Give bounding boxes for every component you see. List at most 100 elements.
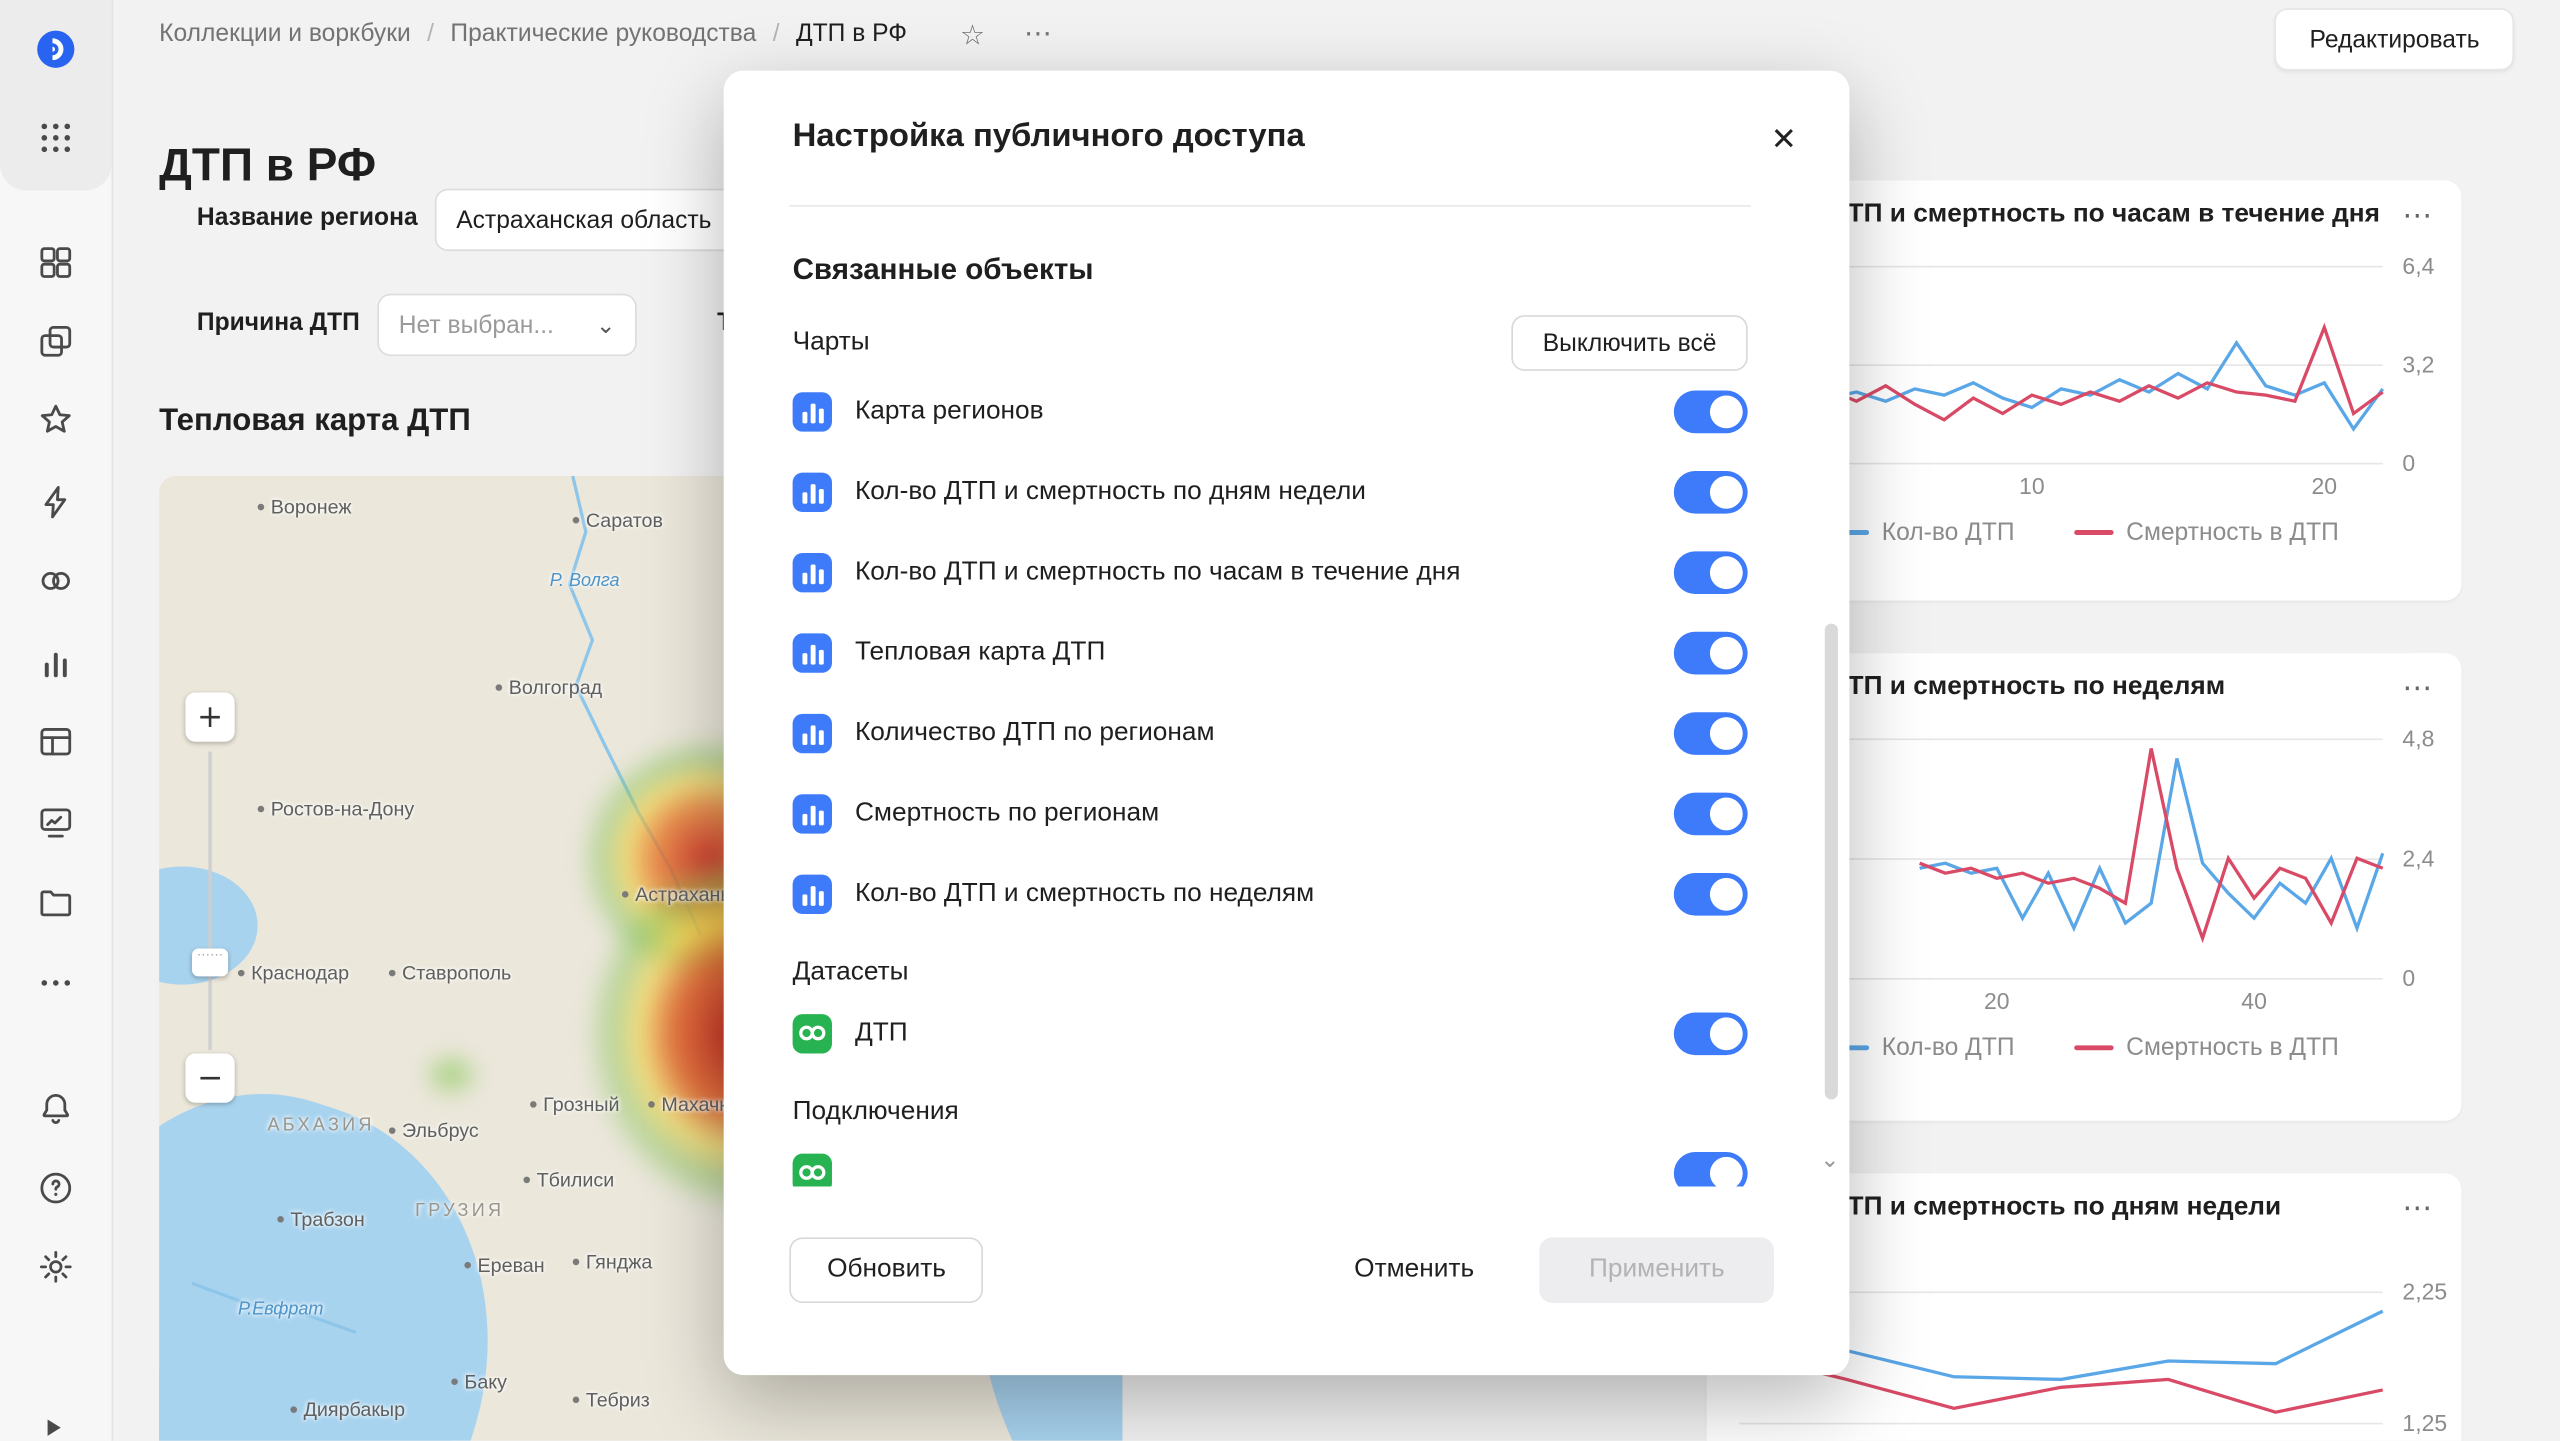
zoom-out-button[interactable]: − <box>185 1054 234 1103</box>
modal-scrollbar-thumb[interactable] <box>1825 624 1838 1100</box>
city-label: Эльбрус <box>389 1119 479 1142</box>
more-icon[interactable] <box>33 960 79 1006</box>
toggle-switch[interactable] <box>1674 1012 1748 1055</box>
toggle-switch[interactable] <box>1674 631 1748 674</box>
city-label: Диярбакыр <box>290 1398 405 1421</box>
series-line-blue <box>1920 758 2383 928</box>
cause-select[interactable]: Нет выбран... ⌄ <box>377 294 636 356</box>
city-dot-icon <box>277 1217 284 1224</box>
city-dot-icon <box>464 1262 471 1269</box>
series-line-red <box>1920 748 2383 938</box>
breadcrumb-item[interactable]: Коллекции и воркбуки <box>159 20 411 48</box>
map-label-text: Гянджа <box>586 1250 653 1273</box>
city-label: Гянджа <box>573 1250 653 1273</box>
city-dot-icon <box>290 1407 297 1414</box>
y-axis-label: 0 <box>2402 965 2415 991</box>
y-axis-label: 2,4 <box>2402 845 2434 871</box>
breadcrumb-more-icon[interactable]: ⋯ <box>1024 18 1052 51</box>
zoom-slider-track <box>208 752 211 1051</box>
expand-sidebar-icon[interactable] <box>30 1405 76 1441</box>
connections-icon[interactable] <box>33 558 79 604</box>
dashboards-icon[interactable] <box>33 240 79 286</box>
notifications-bell-icon[interactable] <box>33 1085 79 1131</box>
toggle-knob <box>1710 797 1743 830</box>
dataset-row: ДТП <box>793 993 1748 1073</box>
apply-button[interactable]: Применить <box>1540 1237 1774 1303</box>
chart-menu-icon[interactable]: ⋯ <box>2399 1193 2435 1223</box>
y-axis-label: 1,25 <box>2402 1410 2447 1436</box>
chart-row: Кол-во ДТП и смертность по неделям <box>793 853 1748 933</box>
x-axis-label: 40 <box>2241 988 2267 1014</box>
workbooks-icon[interactable] <box>33 318 79 364</box>
city-label: Краснодар <box>238 962 349 985</box>
toggle-switch[interactable] <box>1674 470 1748 513</box>
breadcrumb-item[interactable]: Практические руководства <box>450 20 756 48</box>
cancel-button[interactable]: Отменить <box>1328 1237 1500 1303</box>
edit-button[interactable]: Редактировать <box>2275 8 2514 70</box>
city-dot-icon <box>530 1102 537 1109</box>
object-label: ДТП <box>855 1018 1651 1048</box>
city-dot-icon <box>258 806 265 813</box>
object-label: Карта регионов <box>855 396 1651 426</box>
map-label-text: Диярбакыр <box>304 1398 405 1421</box>
toggle-switch[interactable] <box>1674 1151 1748 1186</box>
toggle-switch[interactable] <box>1674 551 1748 594</box>
chart-icon <box>793 391 832 430</box>
map-label-text: Эльбрус <box>402 1119 479 1142</box>
connection-icon <box>793 1153 832 1187</box>
charts-group-header: Чарты Выключить всё <box>793 315 1748 371</box>
app-root: Коллекции и воркбуки / Практические руково… <box>0 0 2560 1441</box>
legend-label: Смертность в ДТП <box>2126 1034 2339 1062</box>
zoom-slider-handle[interactable]: ······ <box>192 948 228 976</box>
modal-title: Настройка публичного доступа <box>793 113 1305 159</box>
disable-all-button[interactable]: Выключить всё <box>1512 315 1748 371</box>
chart-row: Карта регионов <box>793 371 1748 451</box>
tables-icon[interactable] <box>33 719 79 765</box>
close-icon[interactable]: ✕ <box>1758 113 1811 166</box>
chart-icon <box>793 552 832 591</box>
connection-row <box>793 1132 1748 1186</box>
toggle-switch[interactable] <box>1674 390 1748 433</box>
modal-chart-list: Карта регионов Кол-во ДТП и смертность по… <box>793 371 1748 934</box>
city-dot-icon <box>523 1177 530 1184</box>
modal-dataset-list: ДТП <box>793 993 1748 1073</box>
toggle-switch[interactable] <box>1674 711 1748 754</box>
region-label: АБХАЗИЯ <box>267 1116 374 1136</box>
help-icon[interactable] <box>33 1165 79 1211</box>
update-button[interactable]: Обновить <box>789 1237 983 1303</box>
datalens-logo-icon[interactable] <box>26 20 85 79</box>
favorite-star-icon[interactable]: ☆ <box>960 20 985 53</box>
breadcrumb-separator: / <box>427 20 434 48</box>
chart-icon <box>793 633 832 672</box>
legend-swatch <box>2074 530 2113 535</box>
breadcrumb-item[interactable]: ДТП в РФ <box>796 20 907 48</box>
city-dot-icon <box>389 970 396 977</box>
monitoring-icon[interactable] <box>33 799 79 845</box>
actions-lightning-icon[interactable] <box>33 479 79 525</box>
map-label-text: Тебриз <box>586 1388 650 1411</box>
map-label-text: Трабзон <box>290 1208 364 1231</box>
map-label-text: Астрахань <box>635 883 731 906</box>
toggle-switch[interactable] <box>1674 872 1748 915</box>
favorites-star-icon[interactable] <box>33 397 79 443</box>
legend-label: Смертность в ДТП <box>2126 519 2339 547</box>
charts-icon[interactable] <box>33 640 79 686</box>
settings-gear-icon[interactable] <box>33 1244 79 1290</box>
modal-footer: Обновить Отменить Применить <box>724 1186 1850 1375</box>
city-label: Ереван <box>464 1254 544 1277</box>
map-label-text: Ереван <box>478 1254 545 1277</box>
chart-menu-icon[interactable]: ⋯ <box>2399 673 2435 703</box>
toggle-knob <box>1710 475 1743 508</box>
chart-menu-icon[interactable]: ⋯ <box>2399 200 2435 230</box>
map-label-text: Р. Волга <box>550 571 620 591</box>
object-label: Кол-во ДТП и смертность по часам в течен… <box>855 557 1651 587</box>
apps-grid-icon[interactable] <box>33 115 79 161</box>
toggle-switch[interactable] <box>1674 792 1748 835</box>
storage-folder-icon[interactable] <box>33 880 79 926</box>
map-label-text: Волгоград <box>509 676 602 699</box>
zoom-in-button[interactable]: + <box>185 693 234 742</box>
map-label-text: Тбилиси <box>537 1168 615 1191</box>
city-dot-icon <box>573 1259 580 1266</box>
chart-row: Кол-во ДТП и смертность по часам в течен… <box>793 532 1748 612</box>
city-dot-icon <box>622 892 629 899</box>
